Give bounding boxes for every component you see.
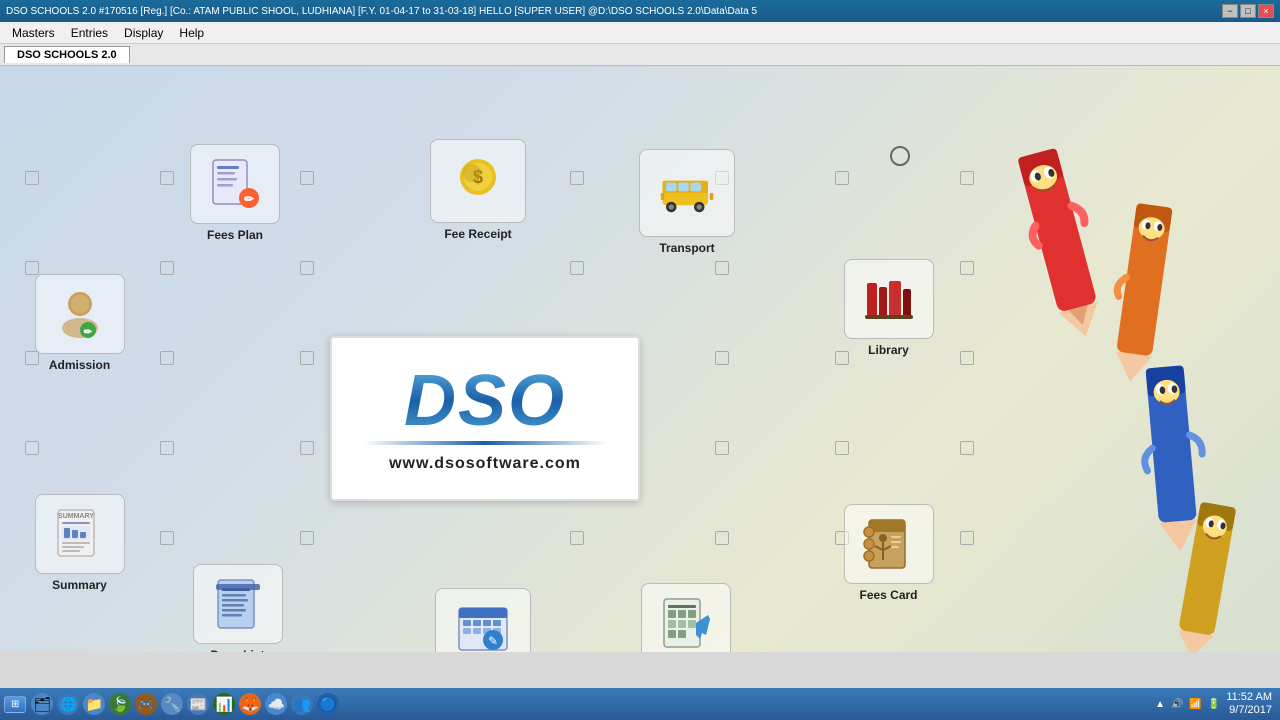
taskbar: ⊞ 🗂 🌐 📁 🍃 🎮 🔧 📰 📊 🦊 ☁️ 👥 🔵 ▲ 🔊 📶 🔋 11:52… (0, 688, 1280, 720)
cartoon-decoration (1000, 126, 1280, 652)
taskbar-users[interactable]: 👥 (291, 693, 313, 715)
summary-icon[interactable]: SUMMARY Summary (22, 494, 137, 592)
dot-4 (570, 171, 584, 185)
taskbar-docs[interactable]: 📰 (187, 693, 209, 715)
library-icon[interactable]: Library (831, 259, 946, 357)
dot-8 (25, 261, 39, 275)
minimize-button[interactable]: − (1222, 4, 1238, 18)
dot-30 (715, 531, 729, 545)
menu-bar: Masters Entries Display Help (0, 22, 1280, 44)
svg-text:✎: ✎ (488, 634, 498, 648)
maximize-button[interactable]: □ (1240, 4, 1256, 18)
app-tab[interactable]: DSO SCHOOLS 2.0 (4, 46, 130, 63)
windows-logo-icon: ⊞ (11, 699, 19, 710)
dot-2 (160, 171, 174, 185)
dot-1 (25, 171, 39, 185)
tray-battery-icon[interactable]: 🔋 (1208, 699, 1220, 710)
logo-divider (363, 441, 608, 445)
menu-display[interactable]: Display (116, 24, 171, 42)
system-tray: ▲ 🔊 📶 🔋 11:52 AM 9/7/2017 (1155, 691, 1276, 717)
svg-text:✏: ✏ (83, 327, 92, 338)
admission-icon[interactable]: ✏ Admission (22, 274, 137, 372)
dot-7 (960, 171, 974, 185)
taskbar-blue-app[interactable]: 🔵 (317, 693, 339, 715)
taskbar-firefox[interactable]: 🦊 (239, 693, 261, 715)
title-text: DSO SCHOOLS 2.0 #170516 [Reg.] [Co.: ATA… (6, 6, 757, 17)
dot-20 (25, 441, 39, 455)
clock-date: 9/7/2017 (1226, 704, 1272, 717)
system-clock[interactable]: 11:52 AM 9/7/2017 (1226, 691, 1272, 717)
taskbar-green-app[interactable]: 🍃 (109, 693, 131, 715)
svg-text:✏: ✏ (244, 192, 255, 206)
demand-register-icon[interactable]: Demand Register (626, 583, 746, 652)
svg-text:SUMMARY: SUMMARY (58, 513, 94, 520)
menu-masters[interactable]: Masters (4, 24, 63, 42)
taskbar-file-manager[interactable]: 🗂 (31, 693, 53, 715)
transport-icon[interactable]: Transport (628, 149, 746, 255)
taskbar-explorer[interactable]: 📁 (83, 693, 105, 715)
dot-19 (960, 351, 974, 365)
dot-24 (715, 441, 729, 455)
dot-15 (160, 351, 174, 365)
dot-12 (715, 261, 729, 275)
app-tab-bar: DSO SCHOOLS 2.0 (0, 44, 1280, 66)
dues-list-icon[interactable]: Dues List (180, 564, 295, 652)
dso-logo: DSO www.dsosoftware.com (330, 336, 640, 501)
dot-3 (300, 171, 314, 185)
taskbar-cloud[interactable]: ☁️ (265, 693, 287, 715)
close-button[interactable]: × (1258, 4, 1274, 18)
dot-21 (160, 441, 174, 455)
fees-plan-icon[interactable]: ✏ Fees Plan (180, 144, 290, 242)
taskbar-browser1[interactable]: 🌐 (57, 693, 79, 715)
dot-9 (160, 261, 174, 275)
tray-up-arrow[interactable]: ▲ (1155, 699, 1165, 710)
fees-card-icon[interactable]: Fees Card (831, 504, 946, 602)
mouse-cursor (890, 146, 910, 166)
logo-url: www.dsosoftware.com (389, 455, 581, 473)
dot-25 (835, 441, 849, 455)
dot-11 (570, 261, 584, 275)
taskbar-excel[interactable]: 📊 (213, 693, 235, 715)
clock-time: 11:52 AM (1226, 691, 1272, 704)
dot-6 (835, 171, 849, 185)
dot-27 (160, 531, 174, 545)
fees-day-book-icon[interactable]: ✎ Fees Day Book (418, 588, 548, 652)
taskbar-game[interactable]: 🎮 (135, 693, 157, 715)
dot-16 (300, 351, 314, 365)
start-button[interactable]: ⊞ (4, 696, 26, 713)
dot-29 (570, 531, 584, 545)
title-bar-controls[interactable]: − □ × (1222, 4, 1274, 18)
dot-17 (715, 351, 729, 365)
dot-32 (960, 531, 974, 545)
taskbar-settings[interactable]: 🔧 (161, 693, 183, 715)
dot-13 (960, 261, 974, 275)
menu-help[interactable]: Help (171, 24, 212, 42)
dot-26 (960, 441, 974, 455)
main-area: ✏ Fees Plan $ Fee Receipt (0, 66, 1280, 652)
tray-network-icon[interactable]: 📶 (1189, 699, 1201, 710)
dot-22 (300, 441, 314, 455)
tray-speaker-icon[interactable]: 🔊 (1171, 699, 1183, 710)
dot-28 (300, 531, 314, 545)
menu-entries[interactable]: Entries (63, 24, 116, 42)
dot-10 (300, 261, 314, 275)
fee-receipt-icon[interactable]: $ Fee Receipt (418, 139, 538, 241)
title-bar: DSO SCHOOLS 2.0 #170516 [Reg.] [Co.: ATA… (0, 0, 1280, 22)
logo-dso-text: DSO (404, 365, 566, 437)
